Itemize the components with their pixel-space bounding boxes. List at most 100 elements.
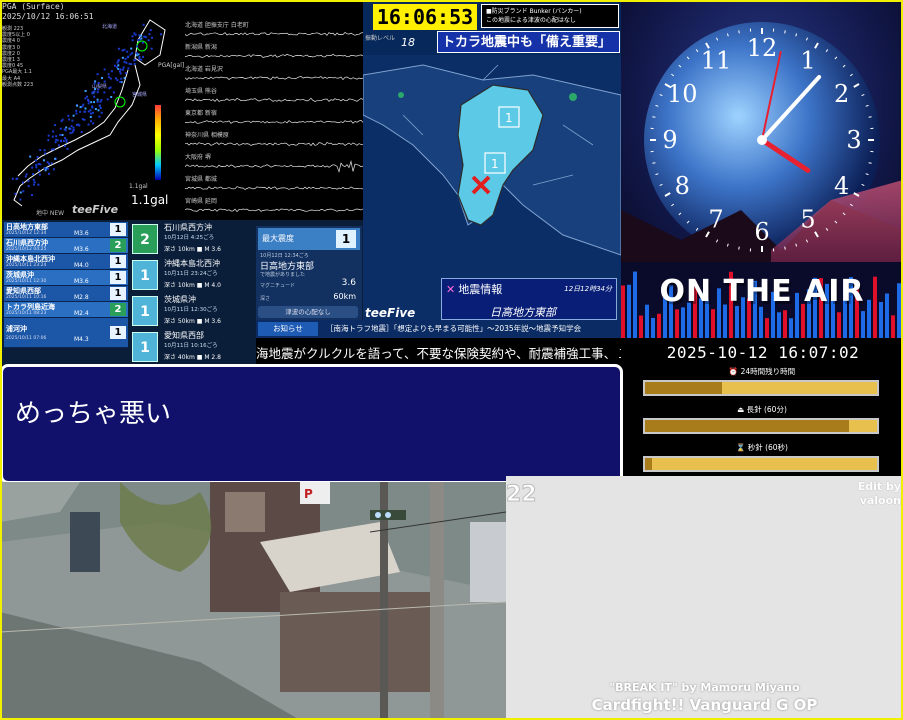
station-dot xyxy=(98,104,101,107)
street-camera-image: P xyxy=(0,482,506,720)
station-dot xyxy=(51,135,54,138)
station-dot xyxy=(97,109,100,112)
station-dot xyxy=(116,66,118,69)
station-label: 東京都 新宿 xyxy=(185,110,217,117)
bar-caption: ⏏ 長針 (60分) xyxy=(737,405,787,414)
quake-detail-item[interactable]: 1 愛知県西部 10月11日 10:16ごろ 深さ 40km ■ M 2.8 xyxy=(132,330,252,366)
quake-detail-date: 10月12日 4:25ごろ xyxy=(164,235,215,241)
spectrum-bar xyxy=(657,313,661,338)
station-dot xyxy=(39,149,42,152)
quake-mag: M3.6 xyxy=(74,246,89,253)
station-dot xyxy=(31,194,33,196)
quake-list-item[interactable]: 浦河沖 2025/10/11 07:06 M4.3 1 xyxy=(4,318,128,348)
quake-list-item[interactable]: 愛知県西部 2025/10/11 10:16 M2.8 1 xyxy=(4,286,128,302)
station-dot xyxy=(94,88,96,90)
map-marker-intensity: 1 xyxy=(505,111,513,125)
tsunami-status: 津波の心配なし xyxy=(258,306,358,318)
spectrum-bar xyxy=(765,318,769,338)
brand-logo: teeFive xyxy=(72,203,119,216)
station-dot xyxy=(131,39,134,42)
station-dot xyxy=(110,70,113,73)
quake-detail-info: 深さ 10km ■ M 4.0 xyxy=(164,282,221,289)
quake-intensity: 1 xyxy=(110,326,126,339)
spectrum-bar xyxy=(711,309,715,338)
station-label: 新潟県 新潟 xyxy=(185,44,217,51)
station-dot xyxy=(87,102,90,105)
station-dot xyxy=(47,134,50,137)
station-dot xyxy=(120,77,123,80)
quake-list-item[interactable]: 茨城県沖 2025/10/11 12:30 M3.6 1 xyxy=(4,270,128,286)
quake-list-item[interactable]: トカラ列島近海 2025/10/11 08:23 M2.4 2 xyxy=(4,302,128,318)
station-dot xyxy=(123,48,126,51)
notice-text: ［南海トラフ地震］「想定よりも早まる可能性」～2035年説～地震予知学会 xyxy=(326,324,582,333)
station-dot xyxy=(84,97,87,100)
quake-mag: M3.6 xyxy=(74,230,89,237)
quake-list-item[interactable]: 沖縄本島北西沖 2025/10/11 23:24 M4.0 1 xyxy=(4,254,128,270)
pga-gal-small: 1.1gal xyxy=(129,183,148,190)
seismogram-trace xyxy=(184,119,363,124)
analog-clock-panel: 12 1 2 3 4 5 6 7 8 9 10 11 ON THE AIR ON THE AIR xyxy=(621,0,903,338)
station-dot xyxy=(136,45,138,48)
station-dot xyxy=(110,96,113,98)
station-dot xyxy=(32,173,35,176)
station-dot xyxy=(76,123,78,126)
station-dot xyxy=(94,108,97,110)
station-dot xyxy=(38,173,41,176)
station-dot xyxy=(142,23,145,26)
second-hand-bar xyxy=(643,456,879,472)
clock-tick xyxy=(738,246,740,250)
bar-caption: ⏰ 24時間残り時間 xyxy=(728,367,796,376)
station-dot xyxy=(106,98,109,101)
quake-intensity: 2 xyxy=(110,239,126,252)
station-dot xyxy=(25,173,28,176)
station-dot xyxy=(79,110,82,113)
episode-number: 22 xyxy=(506,482,537,508)
quake-detail-item[interactable]: 1 茨城県沖 10月11日 12:30ごろ 深さ 50km ■ M 3.6 xyxy=(132,294,252,330)
quake-intensity: 1 xyxy=(110,223,126,236)
station-dot xyxy=(127,67,130,70)
station-dot xyxy=(81,105,84,108)
station-dot xyxy=(145,36,147,39)
quake-date: 2025/10/11 23:24 xyxy=(6,263,47,268)
clock-numeral: 9 xyxy=(662,126,677,154)
station-dot xyxy=(46,167,49,170)
station-dot xyxy=(91,111,94,114)
pga-unit-label: PGA[gal] xyxy=(158,62,185,69)
station-dot xyxy=(116,79,119,82)
quake-info-area: 日高地方東部 xyxy=(490,306,556,319)
station-dot xyxy=(118,70,121,73)
quake-mag: M3.6 xyxy=(74,278,89,285)
station-dot xyxy=(75,112,78,115)
station-dot xyxy=(97,88,100,91)
station-dot xyxy=(150,47,153,50)
station-dot xyxy=(115,77,117,80)
quake-list-item[interactable]: 石川県西方沖 2025/10/12 04:25 M3.6 2 xyxy=(4,238,128,254)
on-air-text: ON THE AIR xyxy=(659,274,865,309)
station-dot xyxy=(135,54,138,57)
station-dot xyxy=(149,29,152,32)
clock-numeral: 11 xyxy=(701,46,732,74)
seismogram-trace xyxy=(184,141,363,147)
quake-detail-item[interactable]: 1 沖縄本島北西沖 10月11日 23:24ごろ 深さ 10km ■ M 4.0 xyxy=(132,258,252,294)
brand-logo: teeFive xyxy=(365,306,416,320)
station-dot xyxy=(90,101,93,104)
station-dot xyxy=(96,91,99,94)
seismogram-trace xyxy=(184,208,363,213)
quake-detail-name: 茨城県沖 xyxy=(164,295,196,304)
quake-info-title-text: 地震情報 xyxy=(458,283,503,296)
station-dot xyxy=(43,167,46,169)
station-dot xyxy=(29,155,32,158)
station-dot xyxy=(84,107,87,110)
notice-label: お知らせ xyxy=(258,322,318,336)
station-dot xyxy=(60,140,62,143)
pga-timestamp: 2025/10/12 16:06:51 xyxy=(2,12,94,21)
station-dot xyxy=(52,130,55,133)
station-dot xyxy=(44,169,47,172)
quake-detail-item[interactable]: 2 石川県西方沖 10月12日 4:25ごろ 深さ 10km ■ M 3.6 xyxy=(132,222,252,258)
station-dot xyxy=(138,58,141,61)
station-label: 北海道 岩見沢 xyxy=(185,66,223,73)
station-dot xyxy=(65,138,68,141)
quake-list-item[interactable]: 日高地方東部 2025/10/12 12:34 M3.6 1 xyxy=(4,222,128,238)
station-dot xyxy=(134,33,137,36)
station-dot xyxy=(100,111,103,114)
